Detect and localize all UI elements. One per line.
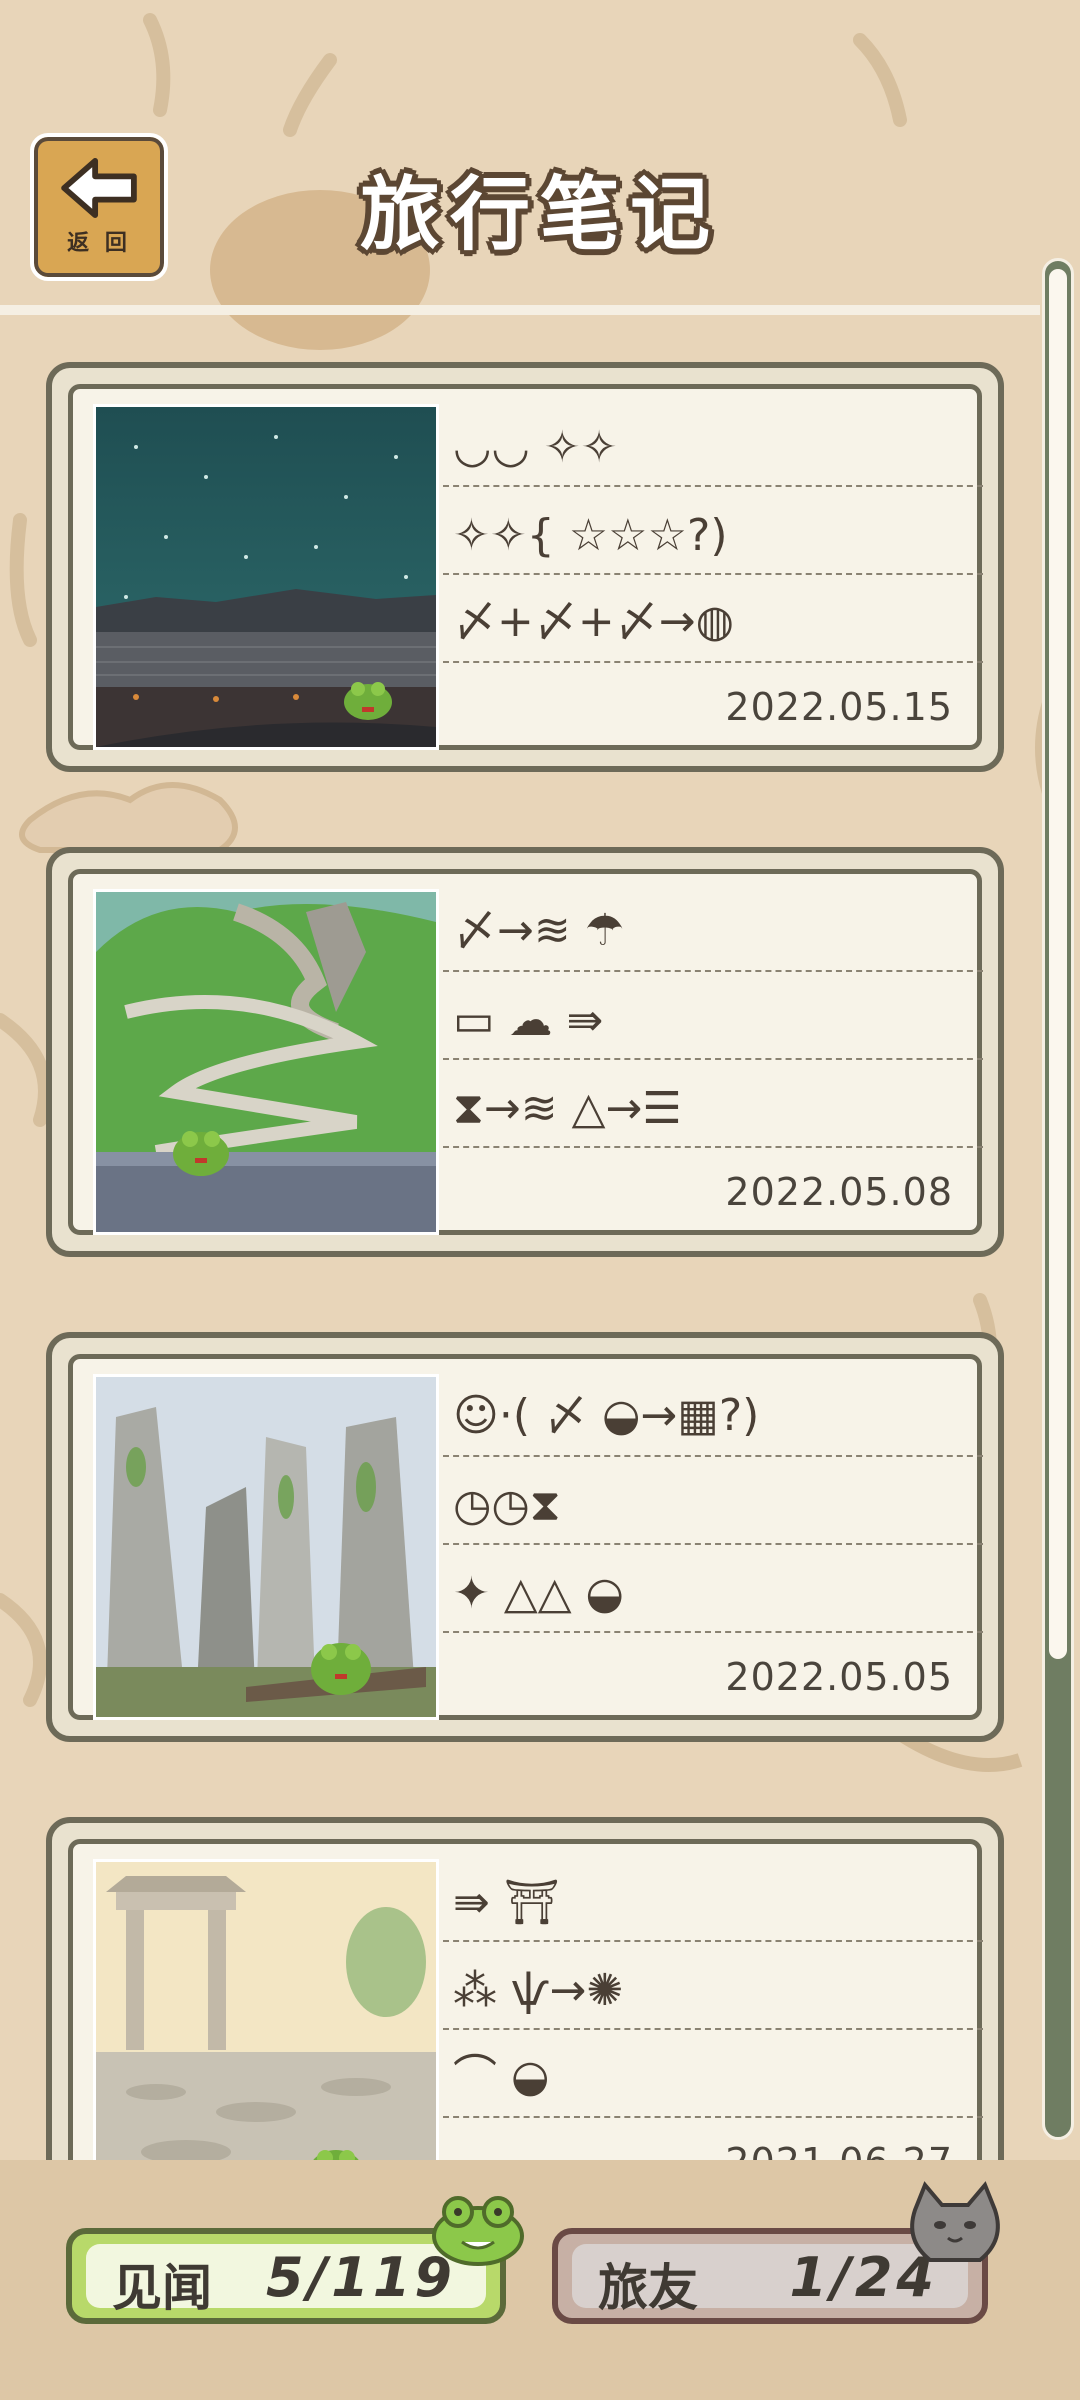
travel-note-card[interactable]: ☺·( 〆 ◒→▦?) ◷◷⧗ ✦ △△ ◒ 2022.05.05: [46, 1332, 1004, 1742]
travel-photo-winding-road[interactable]: [93, 889, 439, 1235]
page-title: 旅行笔记: [360, 168, 720, 261]
friends-label: 旅友: [598, 2259, 698, 2317]
header-divider: [0, 305, 1040, 315]
note-line: 〆→≋ ☂: [453, 905, 625, 956]
travel-note-paper: ⇛ ⛩ ⁂ ѱ→✺ ⌒ ◒ 2021.06.27: [68, 1839, 983, 2205]
frog-icon: [432, 2196, 524, 2266]
note-line: ⌒ ◒: [453, 2051, 550, 2102]
note-line: ◷◷⧗: [453, 1480, 561, 1531]
cat-friend-icon: [910, 2181, 1000, 2262]
travel-note-card[interactable]: ◡◡ ✧✧ ✧✧{ ☆☆☆?) 〆+〆+〆→◍ 2022.05.15: [46, 362, 1004, 772]
note-date: 2022.05.05: [725, 1655, 953, 1699]
note-date: 2022.05.08: [725, 1170, 953, 1214]
note-line: ▭ ☁ ⇛: [453, 995, 604, 1046]
note-line: ⧗→≋ △→☰: [453, 1083, 682, 1134]
note-line: ✧✧{ ☆☆☆?): [453, 510, 728, 561]
note-line: ⇛ ⛩: [453, 1877, 560, 1928]
note-line: ◡◡ ✧✧: [453, 422, 618, 473]
scrollbar-thumb[interactable]: [1049, 269, 1067, 1659]
note-date: 2022.05.15: [725, 685, 953, 729]
seen-label: 见闻: [112, 2259, 212, 2317]
travel-note-paper: ☺·( 〆 ◒→▦?) ◷◷⧗ ✦ △△ ◒ 2022.05.05: [68, 1354, 983, 1720]
travel-photo-night-rooftop[interactable]: [93, 404, 439, 750]
travel-photo-old-gate[interactable]: [93, 1859, 439, 2205]
note-line: 〆+〆+〆→◍: [453, 596, 734, 647]
travel-photo-stone-pillars[interactable]: [93, 1374, 439, 1720]
travel-note-paper: 〆→≋ ☂ ▭ ☁ ⇛ ⧗→≋ △→☰ 2022.05.08: [68, 869, 983, 1235]
travel-note-card[interactable]: 〆→≋ ☂ ▭ ☁ ⇛ ⧗→≋ △→☰ 2022.05.08: [46, 847, 1004, 1257]
note-line: ☺·( 〆 ◒→▦?): [453, 1390, 760, 1441]
travel-note-paper: ◡◡ ✧✧ ✧✧{ ☆☆☆?) 〆+〆+〆→◍ 2022.05.15: [68, 384, 983, 750]
scrollbar-track[interactable]: [1042, 258, 1074, 2140]
note-line: ✦ △△ ◒: [453, 1568, 624, 1619]
note-line: ⁂ ѱ→✺: [453, 1965, 624, 2016]
